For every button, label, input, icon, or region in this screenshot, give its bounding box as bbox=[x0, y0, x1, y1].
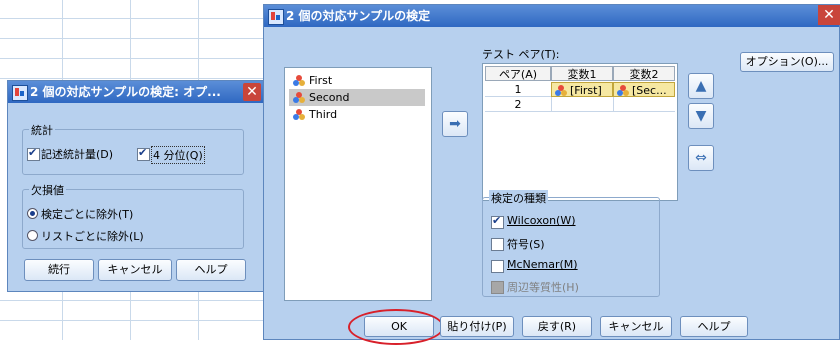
wilcoxon-label: Wilcoxon(W) bbox=[507, 214, 576, 227]
variable-item-second[interactable]: Second bbox=[289, 89, 425, 106]
scale-variable-icon bbox=[617, 85, 630, 96]
exclude-listwise-label: リストごとに除外(L) bbox=[41, 230, 144, 243]
cancel-button[interactable]: キャンセル bbox=[600, 316, 672, 337]
test-pair-label: テスト ペア(T): bbox=[482, 48, 560, 61]
main-dialog-title-bar[interactable]: 2 個の対応サンプルの検定 ✕ bbox=[264, 5, 840, 27]
mcnemar-label: McNemar(M) bbox=[507, 258, 578, 271]
arrow-right-icon: ➡ bbox=[449, 116, 461, 132]
column-header-var2: 変数2 bbox=[613, 66, 675, 81]
reset-button[interactable]: 戻す(R) bbox=[522, 316, 592, 337]
variable-item-first[interactable]: First bbox=[289, 72, 425, 89]
spss-app-icon bbox=[268, 9, 284, 25]
test-type-group: 検定の種類 Wilcoxon(W) 符号(S) McNemar(M) 周辺等質性… bbox=[482, 190, 660, 297]
sign-test-checkbox[interactable] bbox=[491, 238, 504, 251]
swap-icon: ⇔ bbox=[695, 150, 707, 166]
exclude-by-test-label: 検定ごとに除外(T) bbox=[41, 208, 134, 221]
spss-app-icon bbox=[12, 85, 28, 101]
move-down-button[interactable]: ▼ bbox=[688, 103, 714, 129]
exclude-by-test-radio[interactable] bbox=[27, 208, 38, 219]
arrow-up-icon: ▲ bbox=[695, 78, 707, 94]
variable-item-third[interactable]: Third bbox=[289, 106, 425, 123]
options-cancel-button[interactable]: キャンセル bbox=[98, 259, 172, 281]
statistics-group: 統計 記述統計量(D) 4 分位(Q) bbox=[22, 122, 244, 175]
paired-samples-test-dialog: 2 個の対応サンプルの検定 ✕ First Second Third ➡ テスト… bbox=[263, 4, 840, 345]
table-row-1-pair: 1 bbox=[485, 82, 551, 97]
options-help-button[interactable]: ヘルプ bbox=[176, 259, 246, 281]
missing-values-legend: 欠損値 bbox=[29, 182, 66, 198]
options-dialog-title-bar[interactable]: 2 個の対応サンプルの検定: オプ... ✕ bbox=[8, 81, 263, 103]
table-row-1-var1[interactable]: [First] bbox=[551, 82, 613, 97]
options-dialog: 2 個の対応サンプルの検定: オプ... ✕ 統計 記述統計量(D) 4 分位(… bbox=[7, 80, 264, 292]
quartiles-checkbox[interactable] bbox=[137, 146, 150, 161]
close-icon[interactable]: ✕ bbox=[818, 5, 840, 25]
variable-list[interactable]: First Second Third bbox=[284, 67, 432, 301]
scale-variable-icon bbox=[293, 92, 306, 103]
arrow-down-icon: ▼ bbox=[695, 108, 707, 124]
sign-test-label: 符号(S) bbox=[507, 238, 545, 251]
swap-variables-button[interactable]: ⇔ bbox=[688, 145, 714, 171]
options-button[interactable]: オプション(O)... bbox=[740, 52, 834, 72]
scale-variable-icon bbox=[293, 75, 306, 86]
table-row-2-pair: 2 bbox=[485, 97, 551, 112]
scale-variable-icon bbox=[555, 85, 568, 96]
continue-button[interactable]: 続行 bbox=[24, 259, 94, 281]
table-row-1-var2[interactable]: [Sec... bbox=[613, 82, 675, 97]
exclude-listwise-radio[interactable] bbox=[27, 230, 38, 241]
descriptives-label: 記述統計量(D) bbox=[41, 148, 114, 161]
table-row-2-var1[interactable] bbox=[551, 97, 613, 112]
descriptives-checkbox[interactable] bbox=[27, 146, 40, 161]
quartiles-label: 4 分位(Q) bbox=[151, 146, 205, 164]
move-up-button[interactable]: ▲ bbox=[688, 73, 714, 99]
test-type-legend: 検定の種類 bbox=[489, 190, 548, 206]
mcnemar-checkbox[interactable] bbox=[491, 260, 504, 273]
paste-button[interactable]: 貼り付け(P) bbox=[440, 316, 514, 337]
main-dialog-title: 2 個の対応サンプルの検定 bbox=[286, 9, 431, 23]
test-pairs-table[interactable]: ペア(A) 変数1 変数2 1 [First] [Sec... 2 bbox=[482, 63, 678, 201]
wilcoxon-checkbox[interactable] bbox=[491, 214, 504, 229]
options-dialog-title: 2 個の対応サンプルの検定: オプ... bbox=[30, 85, 221, 99]
marginal-homogeneity-label: 周辺等質性(H) bbox=[507, 281, 579, 294]
help-button[interactable]: ヘルプ bbox=[680, 316, 748, 337]
move-to-pairs-button[interactable]: ➡ bbox=[442, 111, 468, 137]
marginal-homogeneity-checkbox bbox=[491, 281, 504, 294]
close-icon[interactable]: ✕ bbox=[243, 83, 261, 101]
missing-values-group: 欠損値 検定ごとに除外(T) リストごとに除外(L) bbox=[22, 182, 244, 249]
column-header-pair: ペア(A) bbox=[485, 66, 551, 81]
scale-variable-icon bbox=[293, 109, 306, 120]
statistics-legend: 統計 bbox=[29, 122, 55, 138]
table-row-2-var2[interactable] bbox=[613, 97, 675, 112]
column-header-var1: 変数1 bbox=[551, 66, 613, 81]
